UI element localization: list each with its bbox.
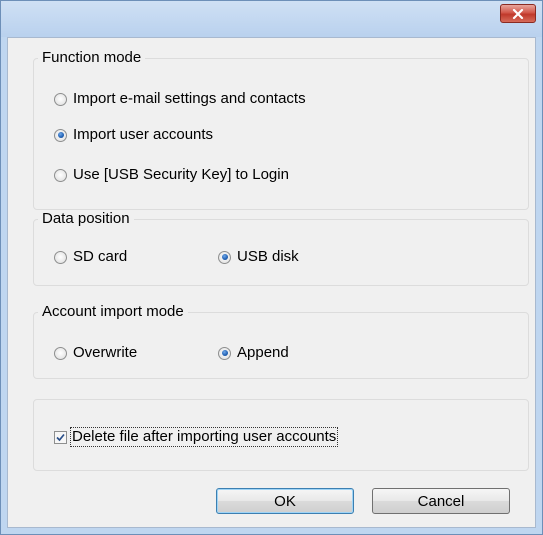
radio-label: Append [237,344,289,361]
radio-sd-card[interactable]: SD card [54,248,127,266]
dialog-content: Function mode Import e-mail settings and… [7,37,536,528]
radio-button[interactable] [54,250,67,264]
radio-label: Overwrite [73,344,138,361]
cancel-button[interactable]: Cancel [372,488,510,514]
dialog-window: Function mode Import e-mail settings and… [0,0,543,535]
checkmark-icon [56,433,65,441]
account-import-mode-title: Account import mode [38,303,188,321]
ok-button[interactable]: OK [216,488,354,514]
data-position-title: Data position [38,210,134,228]
radio-label: Import user accounts [73,126,214,143]
radio-button[interactable] [54,168,67,182]
radio-append[interactable]: Append [218,344,289,362]
title-bar [1,1,542,37]
checkbox[interactable] [54,430,67,444]
radio-usb-security-key-login[interactable]: Use [USB Security Key] to Login [54,166,289,184]
radio-label: Use [USB Security Key] to Login [73,166,289,183]
radio-button[interactable] [54,92,67,106]
radio-button[interactable] [54,346,67,360]
radio-button[interactable] [218,250,231,264]
radio-import-user-accounts[interactable]: Import user accounts [54,126,213,144]
radio-usb-disk[interactable]: USB disk [218,248,299,266]
checkbox-delete-file[interactable]: Delete file after importing user account… [54,427,339,447]
close-button[interactable] [500,4,536,23]
radio-label: USB disk [237,248,299,265]
radio-overwrite[interactable]: Overwrite [54,344,137,362]
function-mode-title: Function mode [38,49,146,67]
radio-import-email-settings[interactable]: Import e-mail settings and contacts [54,90,306,108]
checkbox-label: Delete file after importing user account… [70,427,339,447]
close-icon [512,8,524,19]
radio-button[interactable] [54,128,67,142]
radio-label: Import e-mail settings and contacts [73,90,306,107]
radio-button[interactable] [218,346,231,360]
radio-label: SD card [73,248,128,265]
